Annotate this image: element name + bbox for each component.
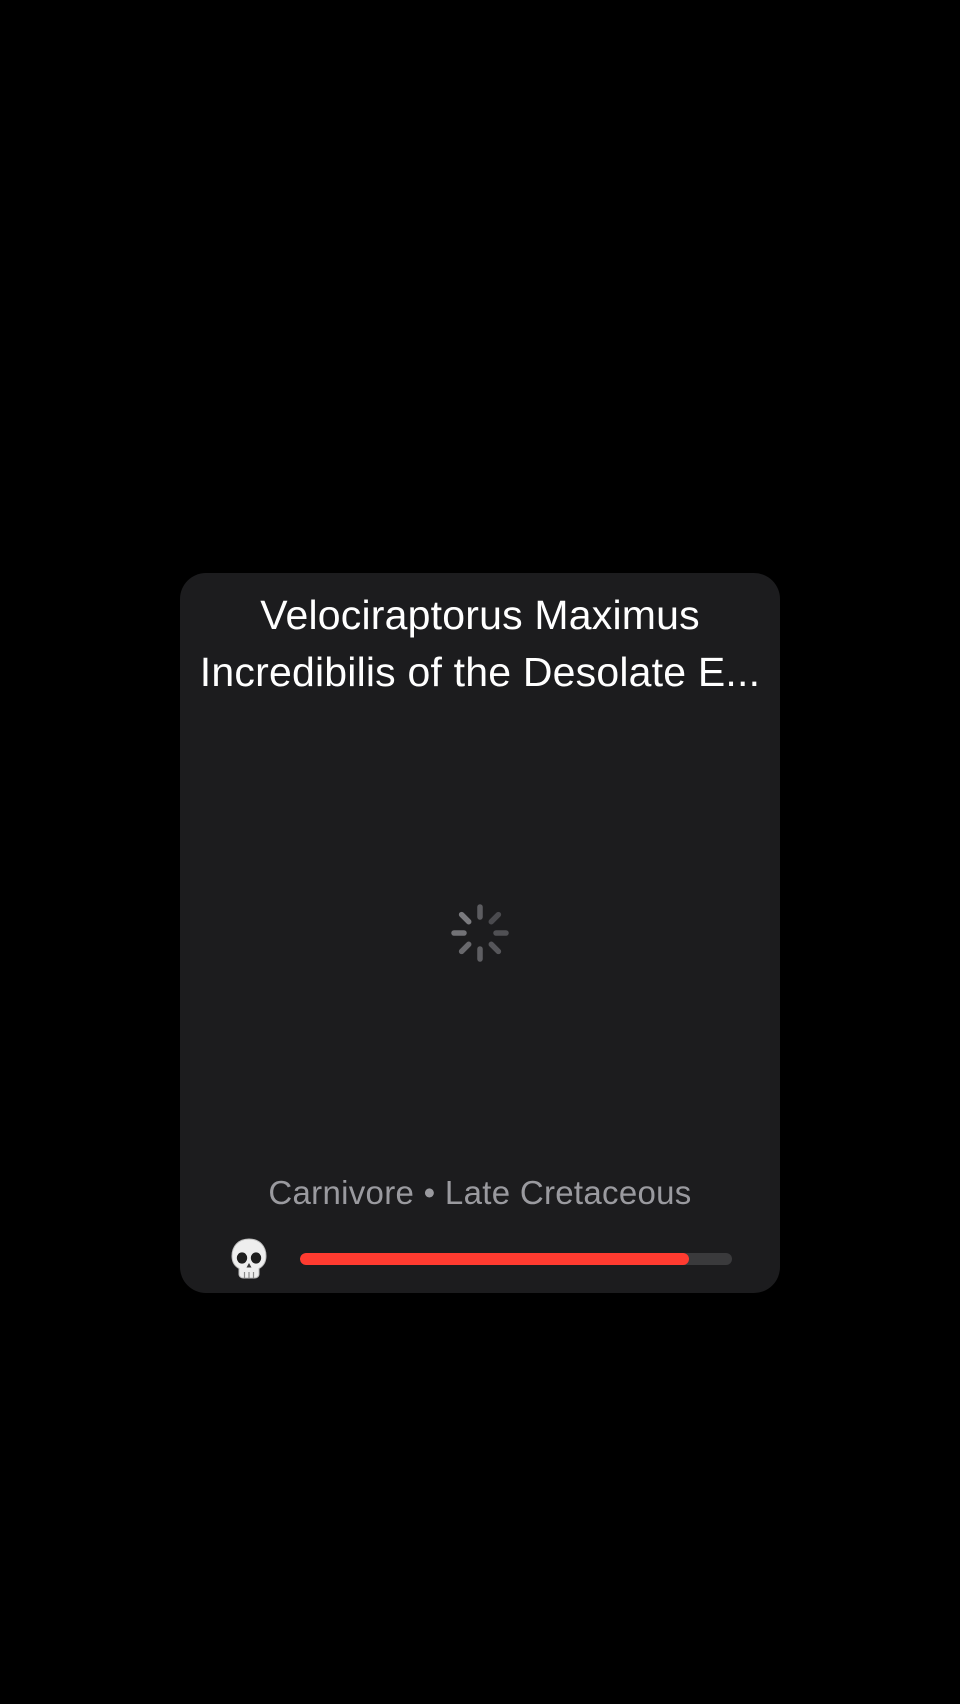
- card-title-line-1: Velociraptorus Maximus: [260, 592, 700, 638]
- danger-meter: [180, 1233, 780, 1283]
- danger-bar-fill: [300, 1253, 689, 1265]
- spinner-spoke: [488, 941, 502, 955]
- spinner-spoke: [458, 941, 472, 955]
- dinosaur-card[interactable]: Velociraptorus Maximus Incredibilis of t…: [180, 573, 780, 1293]
- loading-spinner-icon: [451, 904, 509, 962]
- screen: Velociraptorus Maximus Incredibilis of t…: [0, 0, 960, 1704]
- card-title-line-2: Incredibilis of the Desolate E...: [199, 649, 761, 695]
- card-title: Velociraptorus Maximus Incredibilis of t…: [180, 587, 780, 701]
- skull-icon: [231, 1238, 267, 1279]
- spinner-spoke: [458, 911, 472, 925]
- diet-era-label: Carnivore • Late Cretaceous: [268, 1174, 692, 1211]
- spinner-spoke: [488, 911, 502, 925]
- danger-bar-track: [300, 1253, 732, 1265]
